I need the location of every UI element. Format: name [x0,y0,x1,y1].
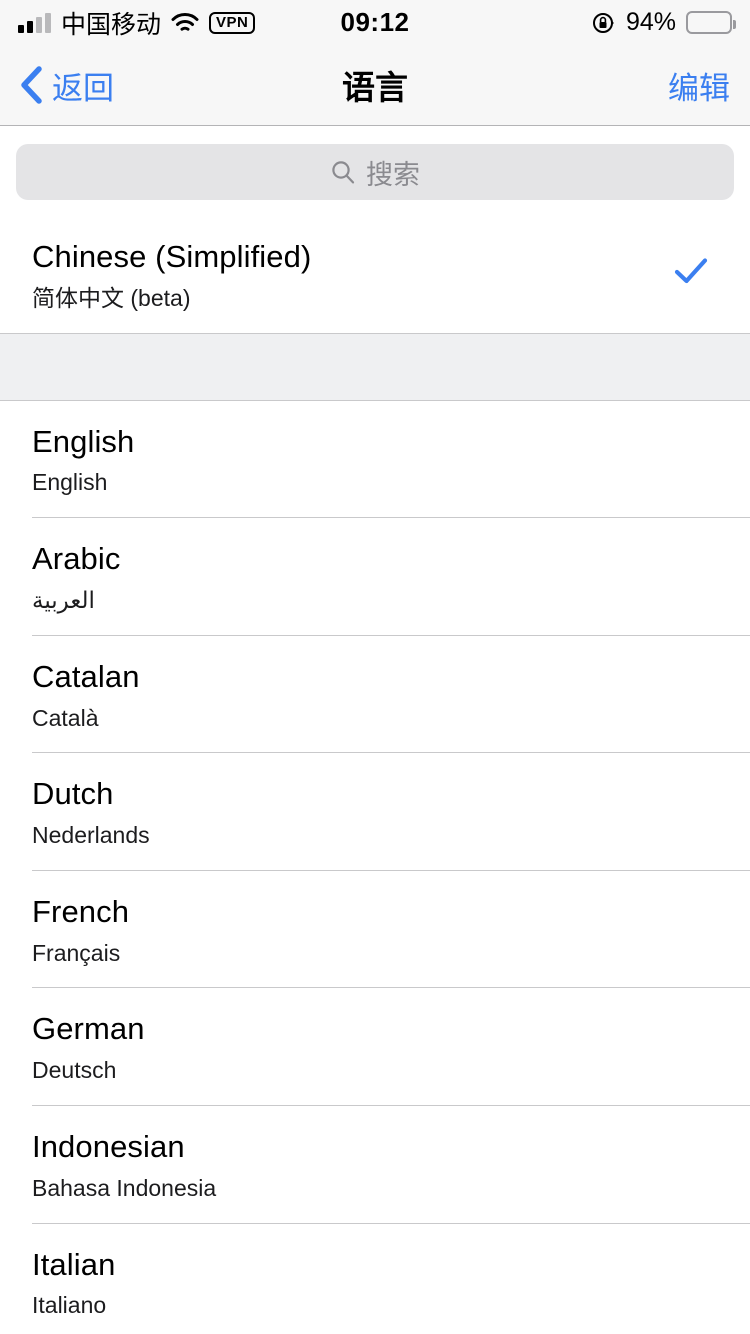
language-native-name: Français [32,939,121,966]
search-bar-container: 搜索 [0,126,750,216]
language-title: Arabic [32,541,121,577]
row-text: German Deutsch [32,1010,726,1085]
search-placeholder: 搜索 [366,159,420,190]
language-native-name: Nederlands [32,822,150,849]
row-text: Chinese (Simplified) 简体中文 (beta) [32,238,674,313]
selected-language-section: Chinese (Simplified) 简体中文 (beta) [0,216,750,333]
table-row[interactable]: French Français [0,870,750,988]
table-row[interactable]: Indonesian Bahasa Indonesia [0,1105,750,1223]
status-bar: 中国移动 VPN 09:12 94% [0,0,750,45]
table-row[interactable]: German Deutsch [0,988,750,1105]
language-native-name: Català [32,704,99,731]
language-title: English [32,423,135,459]
row-text: Catalan Català [32,658,726,733]
status-bar-right: 94% [592,8,736,37]
row-text: Italian Italiano [32,1246,726,1321]
table-row[interactable]: Catalan Català [0,635,750,753]
language-title: Indonesian [32,1128,185,1164]
language-title: Catalan [32,658,140,694]
table-row[interactable]: Italian Italiano [0,1223,750,1334]
row-text: Arabic العربية [32,540,726,615]
language-list-section: English English Arabic العربية Catalan C… [0,400,750,1334]
battery-icon [686,11,736,34]
navigation-bar: 返回 语言 编辑 [0,45,750,126]
language-title: German [32,1011,145,1047]
language-title: Italian [32,1246,116,1282]
search-icon [330,159,356,185]
checkmark-icon [674,238,726,288]
language-native-name: Deutsch [32,1057,117,1084]
row-text: Dutch Nederlands [32,775,726,850]
language-title: French [32,893,130,929]
language-native-name: English [32,469,108,496]
table-row[interactable]: Chinese (Simplified) 简体中文 (beta) [0,216,750,333]
row-text: English English [32,423,726,498]
table-row[interactable]: Arabic العربية [0,518,750,635]
phone-screen: 中国移动 VPN 09:12 94% 返回 语言 编辑 搜索 Chinese (… [0,0,750,1334]
language-title: Dutch [32,776,114,812]
battery-percent-label: 94% [625,8,676,36]
language-native-name: العربية [32,586,95,613]
row-text: French Français [32,893,726,968]
language-title: Chinese (Simplified) [32,239,312,274]
rotation-lock-icon [592,11,616,35]
search-input[interactable]: 搜索 [16,144,734,200]
language-native-name: 简体中文 (beta) [32,284,191,311]
page-title: 语言 [342,69,408,106]
table-row[interactable]: Dutch Nederlands [0,753,750,870]
language-native-name: Bahasa Indonesia [32,1174,217,1201]
edit-button[interactable]: 编辑 [668,63,730,108]
row-text: Indonesian Bahasa Indonesia [32,1128,726,1203]
language-native-name: Italiano [32,1292,107,1319]
section-separator [0,332,750,401]
table-row[interactable]: English English [0,400,750,518]
